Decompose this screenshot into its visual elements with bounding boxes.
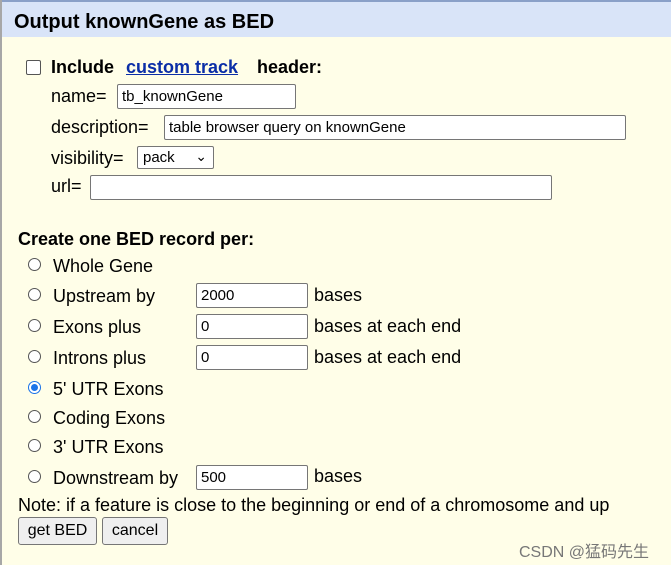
exons-plus-suffix: bases at each end: [314, 316, 462, 336]
record-section-heading: Create one BED record per:: [18, 229, 255, 249]
upstream-suffix: bases: [314, 285, 363, 305]
radio-5-utr-exons[interactable]: [28, 381, 41, 394]
radio-3-utr-exons[interactable]: [28, 439, 41, 452]
visibility-select[interactable]: pack ⌄: [137, 146, 214, 169]
description-input[interactable]: [164, 115, 626, 140]
radio-coding-exons[interactable]: [28, 410, 41, 423]
name-input[interactable]: [117, 84, 296, 109]
option-label-3-utr-exons: 3' UTR Exons: [53, 437, 164, 457]
radio-downstream[interactable]: [28, 470, 41, 483]
exons-plus-input[interactable]: [196, 314, 308, 339]
introns-plus-suffix: bases at each end: [314, 347, 462, 367]
option-label-5-utr-exons: 5' UTR Exons: [53, 379, 164, 399]
radio-upstream[interactable]: [28, 288, 41, 301]
include-header-checkbox[interactable]: [26, 60, 41, 75]
option-label-whole-gene: Whole Gene: [53, 256, 154, 276]
option-label-coding-exons: Coding Exons: [53, 408, 166, 428]
description-label: description=: [51, 117, 149, 137]
page-title: Output knownGene as BED: [14, 11, 275, 33]
url-input[interactable]: [90, 175, 552, 200]
custom-track-link[interactable]: custom track: [126, 57, 238, 78]
chevron-down-icon: ⌄: [195, 148, 207, 164]
option-label-introns-plus: Introns plus: [53, 348, 147, 368]
watermark: CSDN @猛码先生: [519, 544, 650, 561]
introns-plus-input[interactable]: [196, 345, 308, 370]
option-label-downstream: Downstream by: [53, 468, 179, 488]
upstream-bases-input[interactable]: [196, 283, 308, 308]
visibility-label: visibility=: [51, 148, 124, 168]
get-bed-button[interactable]: get BED: [18, 517, 97, 545]
title-bar: Output knownGene as BED: [2, 0, 671, 37]
downstream-suffix: bases: [314, 466, 363, 486]
radio-exons-plus[interactable]: [28, 319, 41, 332]
cancel-button[interactable]: cancel: [102, 517, 168, 545]
visibility-value: pack: [143, 149, 175, 166]
include-label: Include: [51, 57, 115, 77]
url-label: url=: [51, 176, 82, 196]
radio-whole-gene[interactable]: [28, 258, 41, 271]
option-label-exons-plus: Exons plus: [53, 317, 142, 337]
header-label: header:: [257, 57, 323, 77]
option-label-upstream: Upstream by: [53, 286, 156, 306]
note-text: Note: if a feature is close to the begin…: [18, 495, 610, 515]
name-label: name=: [51, 86, 107, 106]
downstream-bases-input[interactable]: [196, 465, 308, 490]
radio-introns-plus[interactable]: [28, 350, 41, 363]
